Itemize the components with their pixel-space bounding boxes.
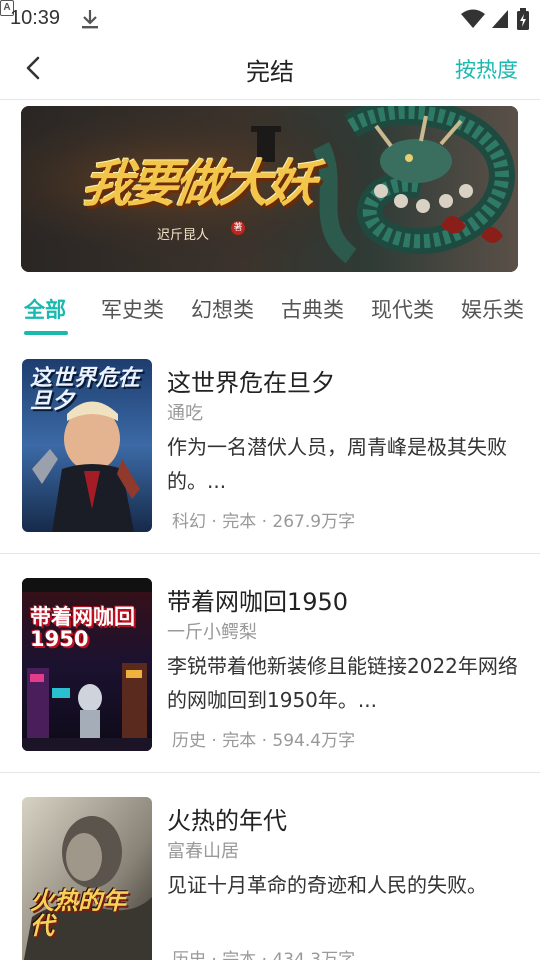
status-bar: 10:39 A: [0, 0, 540, 36]
book-description: 见证十月革命的奇迹和人民的失败。: [167, 873, 487, 897]
tab-fantasy[interactable]: 幻想类: [191, 294, 254, 324]
battery-icon: [517, 8, 529, 30]
book-cover[interactable]: 火热的年代: [22, 797, 152, 960]
book-title[interactable]: 带着网咖回1950: [167, 582, 348, 617]
cover-artwork: [22, 578, 152, 751]
book-list-item[interactable]: 这世界危在旦夕 这世界危在旦夕 通吃 作为一名潜伏人员，周青峰是极其失败的。..…: [0, 336, 540, 554]
book-author: 通吃: [167, 403, 203, 424]
book-author: 一斤小鳄梨: [167, 622, 257, 643]
wifi-icon: [461, 9, 485, 28]
category-tabs: 全部 军史类 幻想类 古典类 现代类 娱乐类: [0, 290, 540, 336]
cover-title: 这世界危在旦夕: [30, 366, 141, 415]
banner-title: 我要做大妖: [78, 154, 317, 213]
book-description: 李锐带着他新装修且能链接2022年网络的网咖回到1950年。...: [167, 654, 518, 712]
book-cover[interactable]: 这世界危在旦夕: [22, 359, 152, 532]
cover-title: 带着网咖回1950: [30, 605, 135, 652]
book-title[interactable]: 火热的年代: [167, 801, 287, 836]
book-meta: 科幻 · 完本 · 267.9万字: [172, 512, 356, 532]
cover-title: 火热的年代: [30, 887, 126, 941]
book-author: 富春山居: [167, 841, 239, 862]
banner-author: 迟斤昆人: [157, 228, 210, 243]
tab-all[interactable]: 全部: [24, 294, 66, 324]
book-description: 作为一名潜伏人员，周青峰是极其失败的。...: [167, 435, 507, 493]
promo-banner[interactable]: 我要做大妖 迟斤昆人 著: [21, 106, 518, 272]
sort-by-popularity-button[interactable]: 按热度: [455, 54, 518, 84]
signal-icon: [492, 10, 508, 28]
tab-entertainment[interactable]: 娱乐类: [461, 294, 524, 324]
tab-classical[interactable]: 古典类: [281, 294, 344, 324]
tab-modern[interactable]: 现代类: [371, 294, 434, 324]
book-meta: 历史 · 完本 · 434.3万字: [172, 950, 356, 960]
tab-military-history[interactable]: 军史类: [101, 294, 164, 324]
book-list-item[interactable]: 带着网咖回1950 带着网咖回1950 一斤小鳄梨 李锐带着他新装修且能链接20…: [0, 555, 540, 773]
banner-seal: 著: [231, 221, 245, 235]
active-tab-indicator: [24, 331, 68, 335]
download-icon: [82, 10, 98, 29]
app-header: 完结 按热度: [0, 36, 540, 100]
book-list-item[interactable]: 火热的年代 火热的年代 富春山居 见证十月革命的奇迹和人民的失败。 历史 · 完…: [0, 774, 540, 960]
book-title[interactable]: 这世界危在旦夕: [167, 363, 335, 398]
book-cover[interactable]: 带着网咖回1950: [22, 578, 152, 751]
book-meta: 历史 · 完本 · 594.4万字: [172, 731, 356, 751]
status-time: 10:39: [10, 7, 61, 29]
